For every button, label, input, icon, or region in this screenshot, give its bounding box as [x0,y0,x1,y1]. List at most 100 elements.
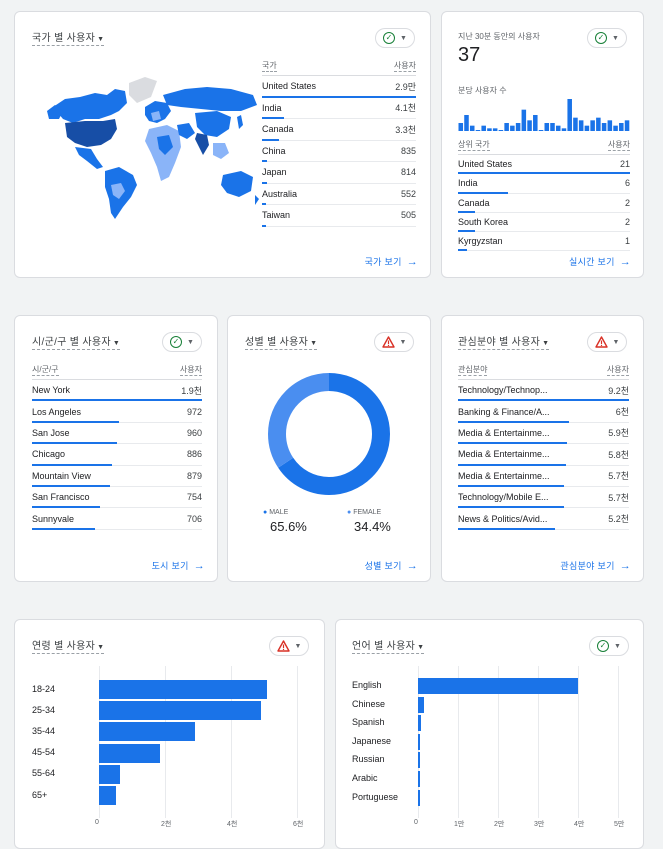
table-row[interactable]: Taiwan 505 [262,205,416,227]
bar[interactable] [418,752,420,769]
bar[interactable] [99,680,268,699]
row-label: Los Angeles [32,406,82,417]
row-label: South Korea [458,217,509,228]
row-value: 21 [619,159,630,170]
warning-icon [594,336,608,348]
bar[interactable] [418,789,420,806]
col-country-label: 국가 [262,61,277,72]
age-card: 연령 별 사용자 ▼ ▼ 0 2천 4천 6천 18-24 25-34 35-44 45-54 5… [14,619,325,849]
bar[interactable] [418,678,578,694]
interest-card-title[interactable]: 관심분야 별 사용자 ▼ [458,333,550,350]
map-canada [53,89,127,123]
arrow-right-icon: → [619,559,631,572]
table-row[interactable]: United States 21 [458,155,630,175]
language-bar-chart[interactable]: 0 1만 2만 3만 4만 5만 English Chinese Spanish Japanese… [336,620,643,848]
minute-bar [492,128,498,131]
view-cities-link[interactable]: 도시 보기 → [152,559,205,572]
table-row[interactable]: United States 2.9만 [262,76,416,98]
female-value: 34.4% [354,519,391,534]
table-row[interactable]: Canada 3.3천 [262,119,416,141]
bar[interactable] [99,764,121,784]
table-row[interactable]: Banking & Finance/A... 6천 [458,401,629,423]
gender-status-button[interactable]: ▼ [374,332,414,352]
bar[interactable] [418,733,420,750]
minute-bar [601,123,607,131]
arrow-right-icon: → [619,255,631,268]
bar[interactable] [418,696,425,713]
city-card-title[interactable]: 시/군/구 별 사용자 ▼ [32,333,121,350]
table-row[interactable]: Mountain View 879 [32,466,202,487]
table-row[interactable]: Media & Entertainme... 5.8천 [458,444,629,466]
category-label: 65+ [32,789,48,800]
bar[interactable] [99,701,261,721]
age-bar-chart[interactable]: 0 2천 4천 6천 18-24 25-34 35-44 45-54 55-64 65+ [15,620,324,848]
row-label: Technology/Mobile E... [458,492,549,503]
axis-tick-label: 2천 [161,821,172,828]
table-row[interactable]: Chicago 886 [32,444,202,466]
view-realtime-label: 실시간 보기 [568,257,615,267]
realtime-rows: United States 21 India 6 Canada 2 South Korea 2… [458,155,630,252]
row-label: Banking & Finance/A... [458,406,550,417]
realtime-count: 37 [458,44,481,66]
row-value: 5.9천 [608,428,629,439]
bar[interactable] [418,771,420,787]
minute-bar [619,123,624,131]
bar[interactable] [99,743,161,763]
col-interest-label: 관심분야 [458,365,488,376]
realtime-table-header: 상위 국가 사용자 [458,139,630,155]
table-row[interactable]: Sunnyvale 706 [32,508,202,530]
col-city-label: 시/군/구 [32,365,59,376]
table-row[interactable]: Media & Entertainme... 5.7천 [458,466,629,487]
table-row[interactable]: Kyrgyzstan 1 [458,232,630,252]
row-label: Australia [262,188,298,199]
table-row[interactable]: San Jose 960 [32,423,202,445]
dropdown-caret-icon: ▼ [310,340,318,347]
table-row[interactable]: San Francisco 754 [32,487,202,509]
bar[interactable] [99,722,195,742]
row-label: United States [458,159,513,170]
table-row[interactable]: Australia 552 [262,184,416,205]
view-interests-link[interactable]: 관심분야 보기 → [560,559,631,572]
city-status-button[interactable]: ✓ ▼ [162,332,202,352]
interest-status-button[interactable]: ▼ [587,332,627,352]
per-minute-chart[interactable] [458,97,630,131]
gender-donut-chart[interactable] [266,371,392,497]
col-top-country-label: 상위 국가 [458,140,490,151]
table-row[interactable]: Los Angeles 972 [32,401,202,423]
minute-bar [584,125,590,131]
table-row[interactable]: India 6 [458,174,630,194]
minute-bar [567,99,572,131]
col-users-label: 사용자 [607,140,630,151]
table-row[interactable]: Japan 814 [262,162,416,184]
view-gender-link[interactable]: 성별 보기 → [365,559,418,572]
table-row[interactable]: Media & Entertainme... 5.9천 [458,423,629,445]
country-status-button[interactable]: ✓ ▼ [375,28,415,48]
axis-tick-label: 5만 [614,821,625,828]
row-label: Sunnyvale [32,513,75,524]
row-value: 6 [624,178,630,189]
realtime-status-button[interactable]: ✓ ▼ [587,28,627,48]
table-row[interactable]: Technology/Mobile E... 5.7천 [458,487,629,509]
row-label: Canada [458,197,490,208]
table-row[interactable]: News & Politics/Avid... 5.2천 [458,508,629,530]
bar[interactable] [418,715,421,732]
table-row[interactable]: Canada 2 [458,194,630,213]
view-countries-link[interactable]: 국가 보기 → [365,255,418,268]
minute-bar [578,120,584,131]
map-japan [237,115,243,129]
gender-card-title[interactable]: 성별 별 사용자 ▼ [245,333,318,350]
row-value: 5.7천 [608,492,629,503]
table-row[interactable]: Technology/Technop... 9.2천 [458,380,629,402]
bar[interactable] [99,786,117,805]
table-row[interactable]: South Korea 2 [458,213,630,233]
map-greenland [129,77,157,103]
minute-bar [555,125,561,131]
category-label: 55-64 [32,768,56,779]
table-row[interactable]: India 4.1천 [262,98,416,119]
minute-bar [487,128,492,131]
table-row[interactable]: New York 1.9천 [32,380,202,402]
country-card-title[interactable]: 국가 별 사용자 ▼ [32,29,105,46]
table-row[interactable]: China 835 [262,141,416,162]
world-map[interactable] [45,67,260,222]
view-realtime-link[interactable]: 실시간 보기 → [569,255,631,268]
